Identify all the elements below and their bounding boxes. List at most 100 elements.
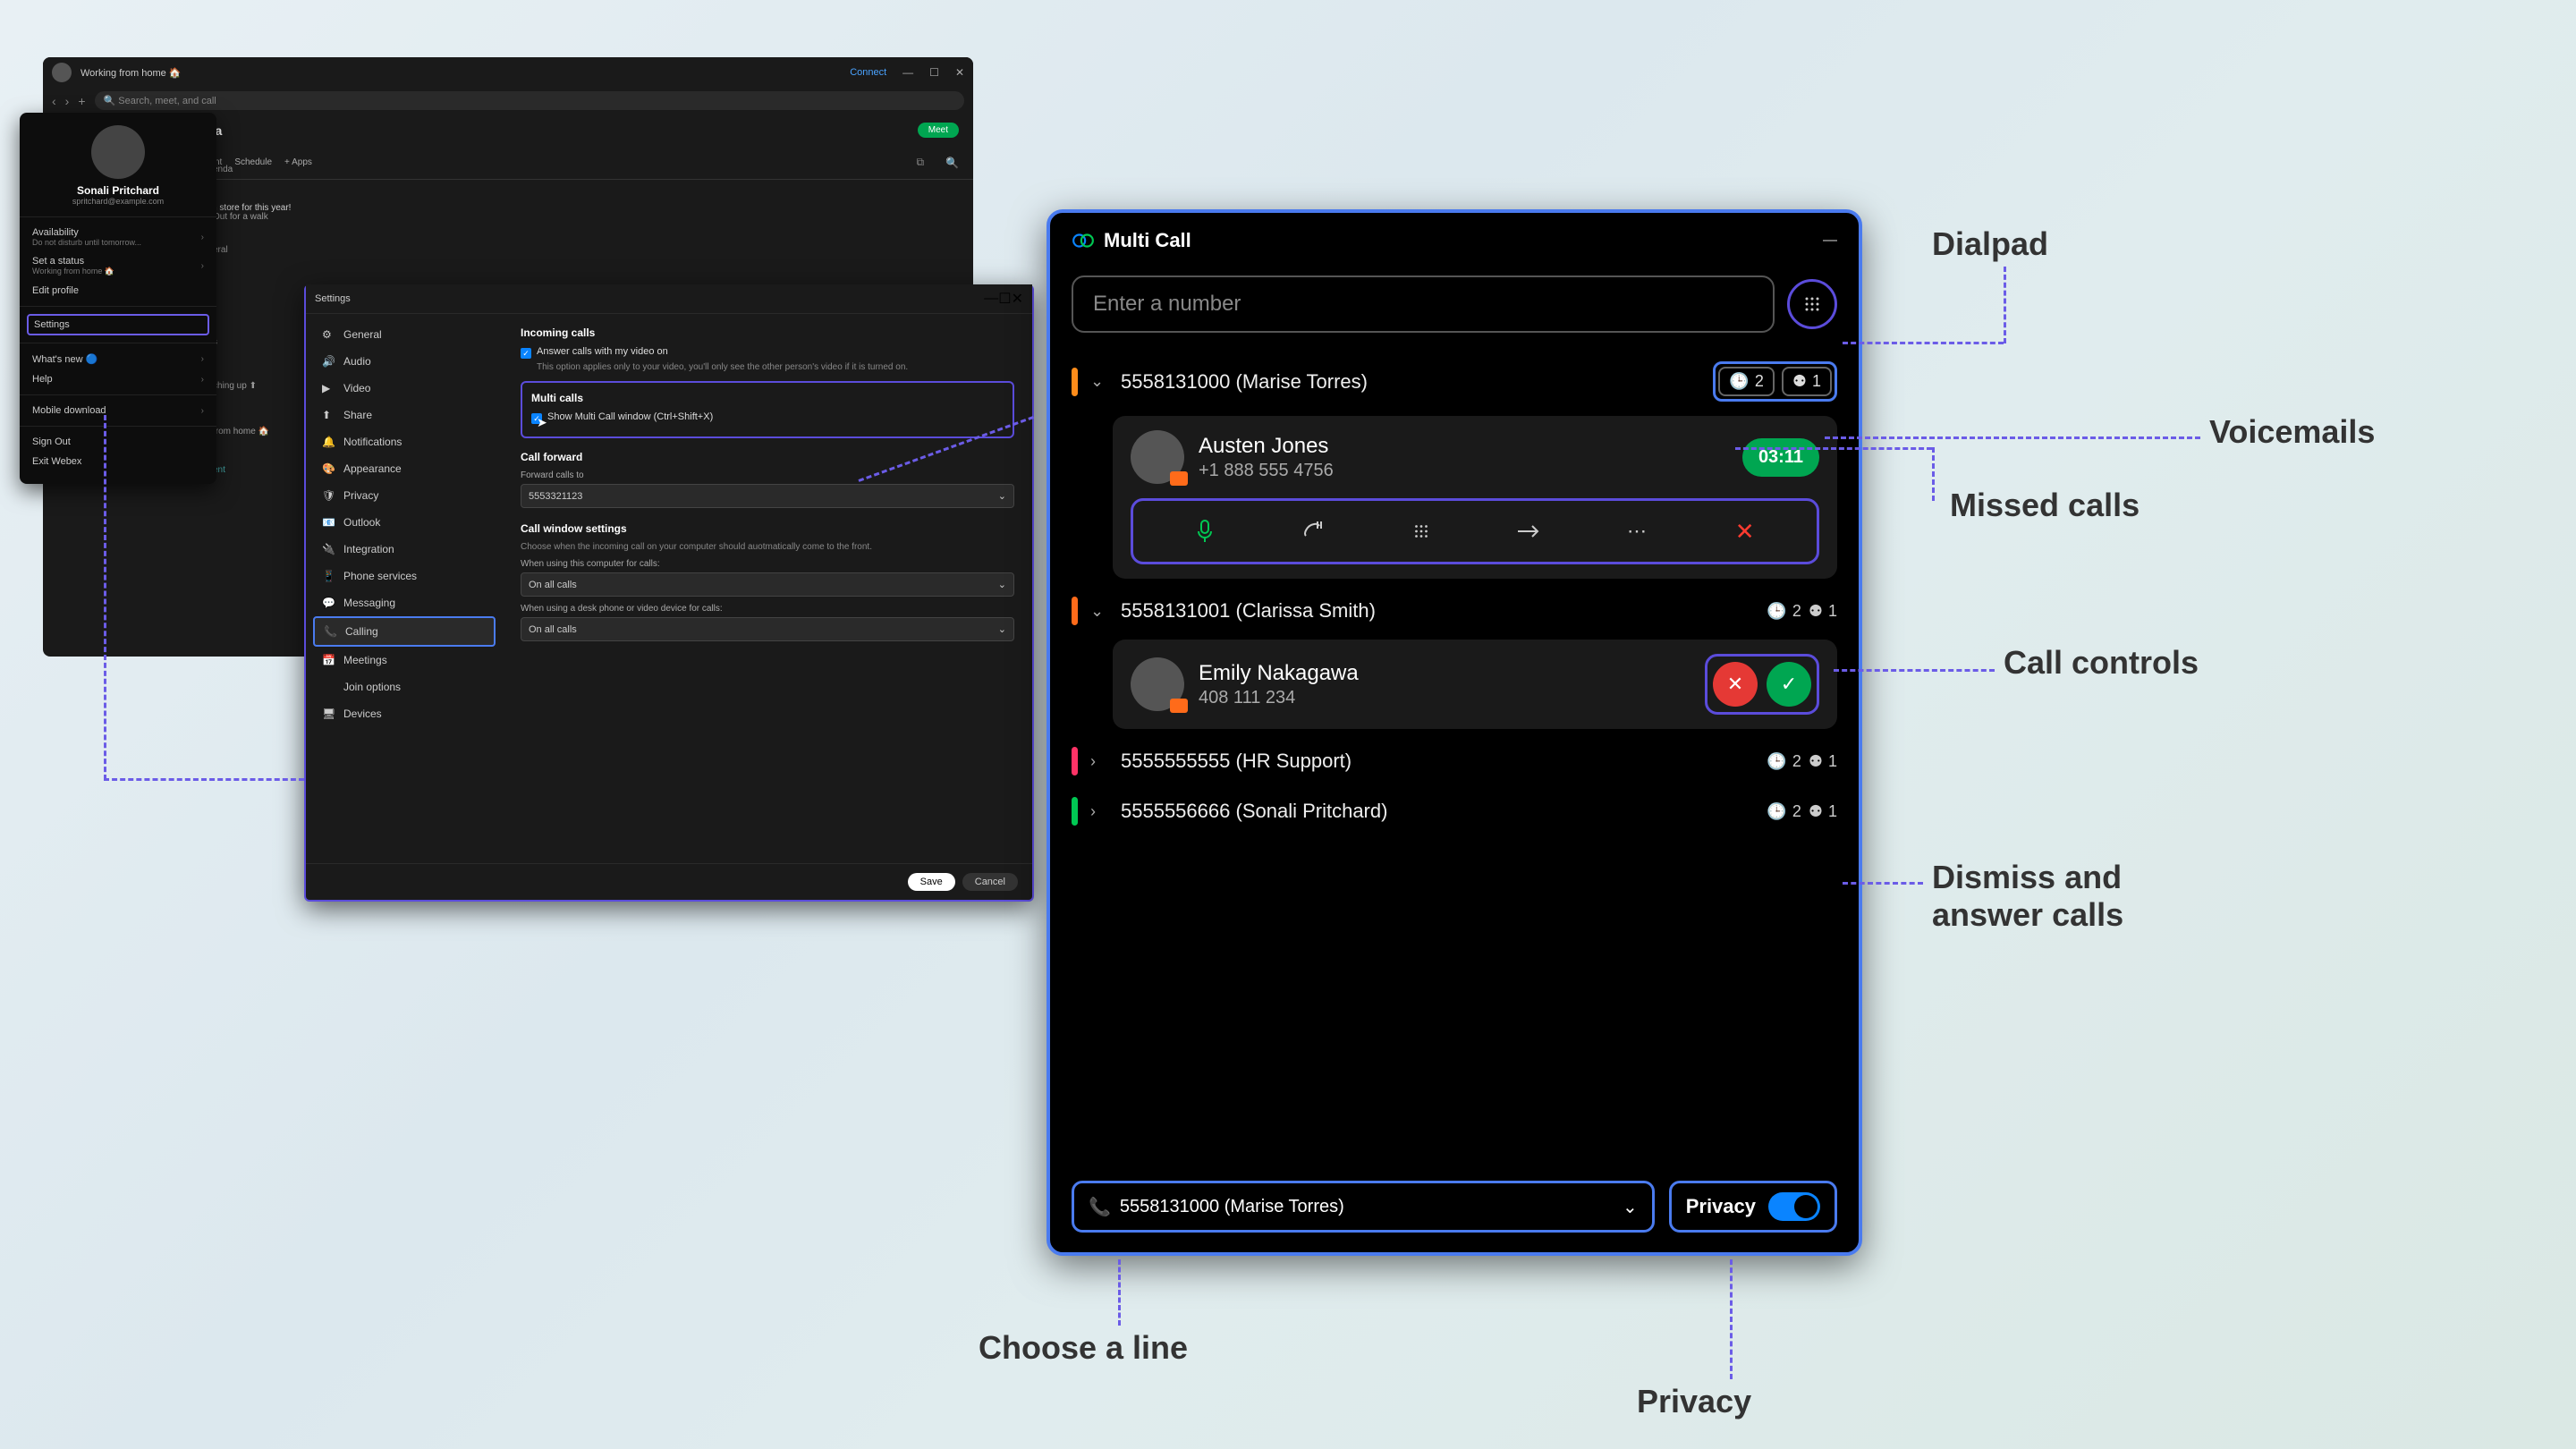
back-icon[interactable]: ‹ <box>52 94 56 108</box>
keypad-button[interactable] <box>1403 513 1439 549</box>
menu-mobile[interactable]: Mobile download› <box>32 401 204 420</box>
nav-audio[interactable]: 🔊Audio <box>313 348 496 375</box>
chevron-down-icon: ⌄ <box>998 579 1006 590</box>
voicemail-badge[interactable]: ⚉1 <box>1782 367 1832 396</box>
voicemail-badge[interactable]: ⚉1 <box>1809 752 1837 771</box>
missed-badge[interactable]: 🕒2 <box>1767 802 1801 821</box>
line-row[interactable]: ⌄ 5558131000 (Marise Torres) 🕒2 ⚉1 <box>1050 351 1859 412</box>
chevron-down-icon[interactable]: ⌄ <box>1090 372 1108 391</box>
search-input[interactable]: 🔍 Search, meet, and call <box>95 91 964 110</box>
menu-help[interactable]: Help› <box>32 369 204 389</box>
transfer-button[interactable] <box>1511 513 1546 549</box>
sidebar-item[interactable]: Out for a walk <box>213 207 302 227</box>
plus-icon[interactable]: + <box>78 94 85 108</box>
call-forward-title: Call forward <box>521 451 1014 463</box>
nav-video[interactable]: ▶Video <box>313 375 496 402</box>
menu-exit[interactable]: Exit Webex <box>32 452 204 471</box>
nav-devices[interactable]: 🖥Devices <box>313 700 496 727</box>
nav-phone-services[interactable]: 📱Phone services <box>313 563 496 589</box>
voicemail-icon: ⚉ <box>1809 802 1823 821</box>
sidebar-item[interactable]: ent <box>213 460 302 480</box>
incoming-call-card: Emily Nakagawa 408 111 234 ✕ ✓ <box>1113 640 1837 729</box>
maximize-icon[interactable]: ☐ <box>929 66 939 79</box>
minimize-icon[interactable]: — <box>984 291 998 307</box>
multicall-window: Multi Call — Enter a number ⌄ 5558131000… <box>1046 209 1862 1256</box>
mute-button[interactable] <box>1187 513 1223 549</box>
forward-icon[interactable]: › <box>65 94 70 108</box>
profile-name: Sonali Pritchard <box>20 184 216 197</box>
chevron-right-icon[interactable]: › <box>1090 802 1108 821</box>
missed-badge[interactable]: 🕒2 <box>1767 752 1801 771</box>
annotation-privacy: Privacy <box>1637 1383 1751 1420</box>
menu-availability[interactable]: AvailabilityDo not disturb until tomorro… <box>32 223 204 251</box>
nav-integration[interactable]: 🔌Integration <box>313 536 496 563</box>
connect-link[interactable]: Connect <box>850 67 886 78</box>
plug-icon: 🔌 <box>322 543 335 555</box>
nav-general[interactable]: ⚙General <box>313 321 496 348</box>
line-row[interactable]: ⌄ 5558131001 (Clarissa Smith) 🕒2 ⚉1 <box>1050 586 1859 636</box>
nav-meetings[interactable]: 📅Meetings <box>313 647 496 674</box>
caller-avatar[interactable] <box>1131 657 1184 711</box>
dialpad-button[interactable] <box>1787 279 1837 329</box>
privacy-toggle[interactable] <box>1768 1192 1820 1221</box>
gear-icon: ⚙ <box>322 328 335 341</box>
save-button[interactable]: Save <box>908 873 955 891</box>
chevron-right-icon: › <box>201 406 204 416</box>
sidebar-item[interactable]: from home 🏠 <box>213 421 302 442</box>
close-icon[interactable]: ✕ <box>955 66 964 79</box>
nav-share[interactable]: ⬆Share <box>313 402 496 428</box>
chevron-right-icon: › <box>201 233 204 242</box>
answer-button[interactable]: ✓ <box>1767 662 1811 707</box>
line-row[interactable]: › 5555556666 (Sonali Pritchard) 🕒2 ⚉1 <box>1050 786 1859 836</box>
hold-icon <box>1301 520 1325 543</box>
checkbox-answer-video[interactable]: ✓ <box>521 348 531 359</box>
sidebar-item[interactable]: ching up ⬆ <box>213 376 302 396</box>
hold-button[interactable] <box>1295 513 1331 549</box>
forward-select[interactable]: 5553321123⌄ <box>521 484 1014 508</box>
calendar-icon: 📅 <box>322 654 335 666</box>
cancel-button[interactable]: Cancel <box>962 873 1018 891</box>
nav-calling[interactable]: 📞Calling <box>313 616 496 647</box>
voicemail-badge[interactable]: ⚉1 <box>1809 802 1837 821</box>
split-icon[interactable]: ⧉ <box>916 156 924 169</box>
search-channel-icon[interactable]: 🔍 <box>945 157 959 169</box>
sidebar-item[interactable]: s <box>213 332 302 352</box>
maximize-icon[interactable]: ☐ <box>998 290 1011 308</box>
more-button[interactable]: ⋯ <box>1619 513 1655 549</box>
missed-badge[interactable]: 🕒2 <box>1767 602 1801 621</box>
user-avatar-small[interactable] <box>52 63 72 82</box>
multicall-titlebar: Multi Call — <box>1050 213 1859 268</box>
menu-signout[interactable]: Sign Out <box>32 432 204 452</box>
nav-appearance[interactable]: 🎨Appearance <box>313 455 496 482</box>
voicemail-badge[interactable]: ⚉1 <box>1809 602 1837 621</box>
menu-whats-new[interactable]: What's new 🔵› <box>32 349 204 369</box>
dismiss-button[interactable]: ✕ <box>1713 662 1758 707</box>
nav-messaging[interactable]: 💬Messaging <box>313 589 496 616</box>
menu-settings[interactable]: Settings <box>27 314 209 335</box>
menu-edit-profile[interactable]: Edit profile <box>32 281 204 301</box>
nav-notifications[interactable]: 🔔Notifications <box>313 428 496 455</box>
nav-join-options[interactable]: Join options <box>313 674 496 700</box>
end-call-button[interactable]: ✕ <box>1727 513 1763 549</box>
meet-button[interactable]: Meet <box>918 123 959 138</box>
when-desk-select[interactable]: On all calls⌄ <box>521 617 1014 641</box>
missed-badge[interactable]: 🕒2 <box>1718 367 1774 396</box>
chevron-down-icon[interactable]: ⌄ <box>1090 602 1108 621</box>
when-computer-select[interactable]: On all calls⌄ <box>521 572 1014 597</box>
sidebar-item[interactable]: eral <box>213 240 302 260</box>
caller-avatar[interactable] <box>1131 430 1184 484</box>
chevron-right-icon[interactable]: › <box>1090 752 1108 771</box>
dial-input[interactable]: Enter a number <box>1072 275 1775 333</box>
annotation-dialpad: Dialpad <box>1932 225 2048 263</box>
profile-avatar[interactable] <box>91 125 145 179</box>
line-selector[interactable]: 📞 5558131000 (Marise Torres) ⌄ <box>1072 1181 1655 1233</box>
line-row[interactable]: › 5555555555 (HR Support) 🕒2 ⚉1 <box>1050 736 1859 786</box>
close-icon[interactable]: ✕ <box>1012 290 1023 308</box>
annotation-controls: Call controls <box>2004 644 2199 682</box>
nav-outlook[interactable]: 📧Outlook <box>313 509 496 536</box>
nav-privacy[interactable]: 🛡Privacy <box>313 482 496 509</box>
minimize-icon[interactable]: — <box>902 66 913 79</box>
sidebar-item[interactable]: enda <box>213 159 302 180</box>
minimize-icon[interactable]: — <box>1823 233 1837 249</box>
menu-set-status[interactable]: Set a statusWorking from home 🏠 › <box>32 251 204 281</box>
